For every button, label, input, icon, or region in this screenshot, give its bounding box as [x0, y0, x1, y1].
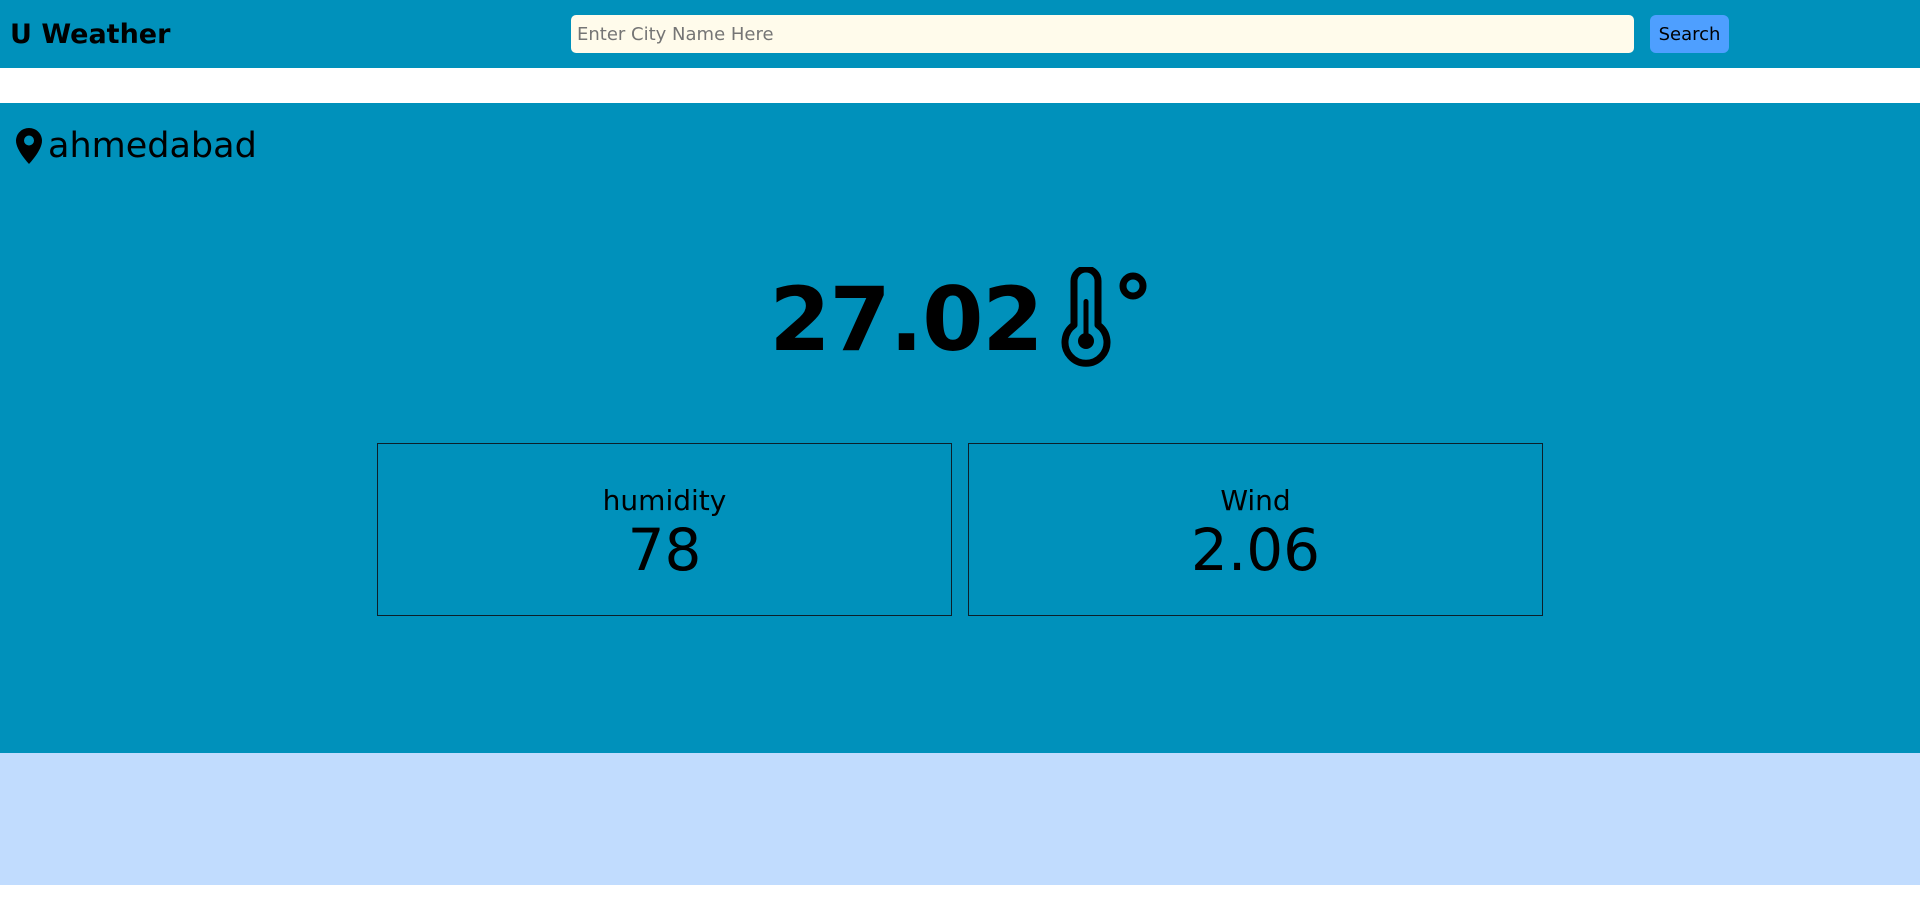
temperature-display: 27.02 — [0, 265, 1920, 375]
humidity-card: humidity 78 — [377, 443, 952, 616]
humidity-value: 78 — [627, 516, 702, 584]
location-heading: ahmedabad — [14, 124, 257, 168]
humidity-label: humidity — [602, 484, 727, 517]
wind-value: 2.06 — [1190, 516, 1321, 584]
search-button[interactable]: Search — [1650, 15, 1729, 53]
thermometer-degree-icon — [1061, 267, 1147, 367]
city-name: ahmedabad — [48, 126, 257, 166]
navbar: U Weather Search — [0, 0, 1920, 68]
city-search-input[interactable] — [571, 15, 1634, 53]
weather-panel: ahmedabad 27.02 humidity 78 Wind 2.06 — [0, 103, 1920, 753]
temperature-value: 27.02 — [769, 268, 1043, 371]
footer-band — [0, 753, 1920, 885]
map-pin-icon — [16, 128, 42, 164]
wind-card: Wind 2.06 — [968, 443, 1543, 616]
brand-title: U Weather — [10, 19, 171, 50]
wind-label: Wind — [1220, 484, 1291, 517]
